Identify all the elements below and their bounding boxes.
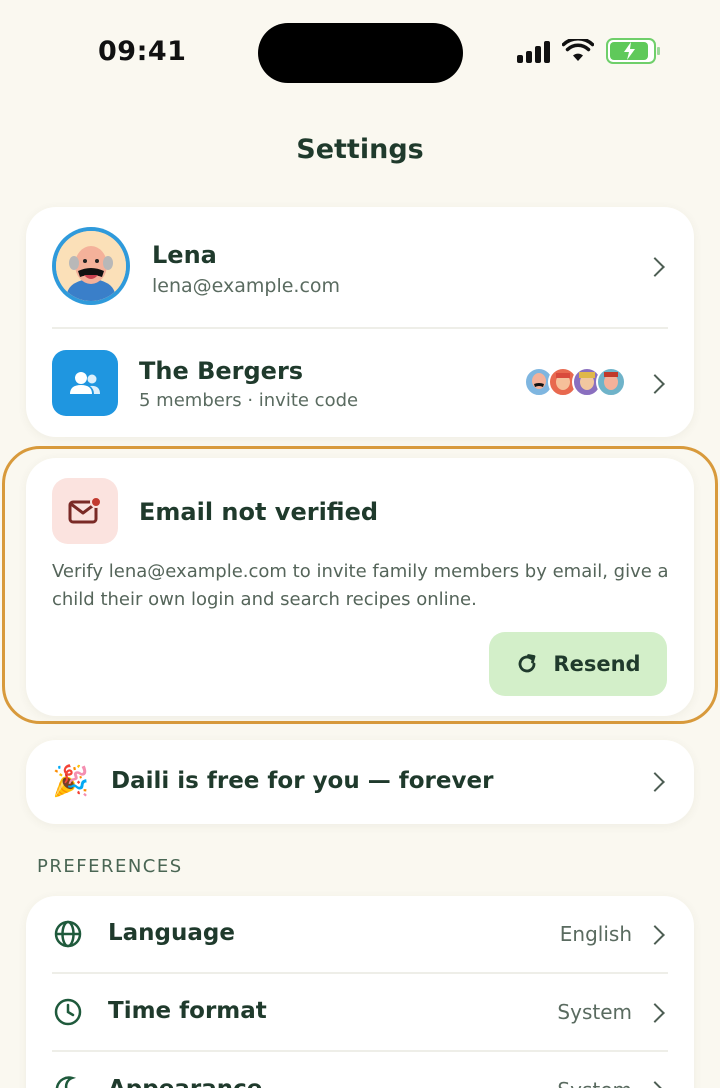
profile-email: lena@example.com [152, 275, 341, 297]
profile-row[interactable]: Lena lena@example.com [26, 207, 694, 327]
preferences-card: Language English Time format System Appe… [26, 896, 694, 1088]
chevron-right-icon [645, 925, 665, 945]
promo-text: Daili is free for you — forever [111, 768, 494, 794]
status-time: 09:41 [98, 36, 187, 67]
family-row[interactable]: The Bergers 5 members · invite code [26, 329, 694, 437]
member-avatars [524, 367, 626, 397]
verify-title: Email not verified [139, 498, 379, 526]
avatar [596, 367, 626, 397]
cellular-signal-icon [517, 39, 550, 63]
email-verification-card: Email not verified Verify lena@example.c… [26, 458, 694, 716]
dynamic-island [258, 23, 463, 83]
pref-label: Time format [108, 998, 267, 1024]
battery-icon [606, 38, 660, 64]
status-icons [517, 38, 660, 64]
mail-icon [52, 478, 118, 544]
moon-icon [55, 1076, 77, 1088]
chevron-right-icon [645, 1003, 665, 1023]
clock-icon [54, 998, 82, 1026]
avatar [52, 227, 130, 305]
account-card: Lena lena@example.com The Bergers 5 memb… [26, 207, 694, 437]
status-bar: 09:41 [0, 0, 720, 100]
wifi-icon [562, 39, 594, 61]
pref-row-time-format[interactable]: Time format System [26, 974, 694, 1052]
resend-button[interactable]: Resend [489, 632, 667, 696]
chevron-right-icon [645, 257, 665, 277]
pref-row-appearance[interactable]: Appearance System [26, 1052, 694, 1088]
promo-card[interactable]: 🎉 Daili is free for you — forever [26, 740, 694, 824]
verify-description: Verify lena@example.com to invite family… [52, 561, 669, 610]
family-name: The Bergers [139, 357, 304, 385]
chevron-right-icon [645, 1081, 665, 1088]
pref-label: Appearance [108, 1076, 262, 1088]
globe-icon [54, 920, 82, 948]
profile-name: Lena [152, 241, 217, 269]
pref-value: System [557, 1078, 632, 1088]
refresh-icon [519, 654, 536, 673]
pref-row-language[interactable]: Language English [26, 896, 694, 974]
section-title-preferences: PREFERENCES [37, 856, 183, 877]
page-title: Settings [296, 134, 424, 165]
pref-value: English [559, 922, 632, 946]
pref-label: Language [108, 920, 235, 946]
party-popper-icon: 🎉 [52, 764, 90, 799]
chevron-right-icon [645, 772, 665, 792]
family-subtitle: 5 members · invite code [139, 390, 359, 411]
chevron-right-icon [645, 374, 665, 394]
resend-label: Resend [553, 652, 641, 676]
family-group-icon [52, 350, 118, 416]
pref-value: System [557, 1000, 632, 1024]
